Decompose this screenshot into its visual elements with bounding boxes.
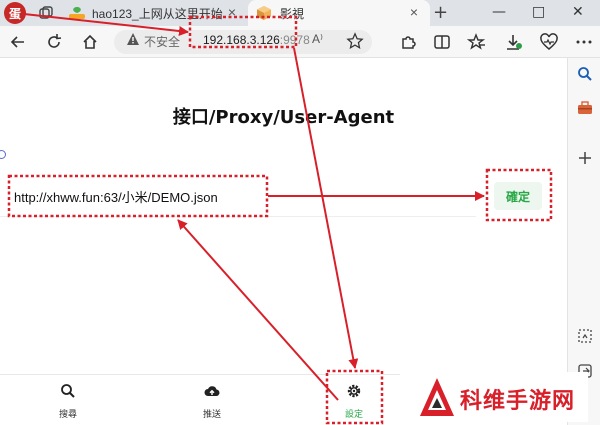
cloud-upload-icon bbox=[204, 386, 220, 397]
api-url-input[interactable] bbox=[14, 182, 266, 210]
home-icon[interactable] bbox=[80, 32, 100, 52]
watermark-text: 科维手游网 bbox=[460, 389, 576, 414]
edge-sidebar bbox=[567, 58, 600, 425]
gear-icon bbox=[347, 384, 361, 398]
nav-item-search[interactable]: 搜尋 bbox=[28, 375, 108, 425]
tab-yingshi-close-icon[interactable]: × bbox=[410, 4, 418, 20]
url-host: 192.168.3.126 bbox=[203, 33, 280, 47]
warning-triangle-icon[interactable] bbox=[126, 32, 140, 46]
browser-essentials-icon[interactable] bbox=[539, 32, 559, 52]
input-underline bbox=[0, 216, 476, 217]
tab-yingshi-label: 影視 bbox=[280, 6, 305, 21]
web-page: 接口/Proxy/User-Agent 確定 搜尋 推送 設定 bbox=[0, 58, 567, 425]
watermark-logo-icon bbox=[420, 378, 454, 416]
extensions-puzzle-icon[interactable] bbox=[398, 32, 418, 52]
workspaces-icon[interactable] bbox=[38, 5, 54, 21]
url-port: :9978 bbox=[279, 33, 310, 47]
split-screen-icon[interactable] bbox=[432, 32, 452, 52]
sidebar-screenshot-icon[interactable] bbox=[577, 328, 593, 344]
tab-hao123-label: hao123_上网从这里开始 bbox=[92, 6, 223, 21]
hao123-favicon-icon bbox=[69, 7, 85, 19]
profile-avatar[interactable]: 蛋 bbox=[4, 2, 26, 24]
watermark: 科维手游网 bbox=[408, 372, 588, 422]
read-aloud-icon[interactable]: A⁾ bbox=[312, 32, 323, 46]
url-text[interactable]: 192.168.3.126:9978 bbox=[203, 33, 310, 47]
sidebar-add-icon[interactable] bbox=[577, 150, 593, 166]
bottom-nav: 搜尋 推送 設定 bbox=[0, 374, 400, 425]
maximize-button[interactable]: □ bbox=[532, 4, 545, 20]
nav-item-push-label: 推送 bbox=[202, 410, 221, 420]
confirm-button[interactable]: 確定 bbox=[494, 182, 542, 210]
close-window-button[interactable]: ✕ bbox=[572, 4, 584, 20]
new-tab-button[interactable]: + bbox=[433, 2, 448, 23]
back-arrow-icon[interactable] bbox=[8, 32, 28, 52]
page-edge-circle bbox=[0, 150, 6, 159]
add-favorite-star-icon[interactable] bbox=[346, 32, 364, 50]
page-title: 接口/Proxy/User-Agent bbox=[172, 107, 395, 128]
nav-item-settings[interactable]: 設定 bbox=[314, 375, 394, 425]
refresh-icon[interactable] bbox=[44, 32, 64, 52]
search-icon bbox=[61, 384, 75, 398]
tab-hao123[interactable]: hao123_上网从这里开始 × bbox=[68, 0, 248, 26]
minimize-button[interactable]: — bbox=[492, 4, 506, 20]
downloads-icon[interactable] bbox=[503, 32, 523, 52]
box-favicon-icon bbox=[257, 6, 271, 20]
sidebar-search-icon[interactable] bbox=[577, 66, 593, 82]
not-secure-label[interactable]: 不安全 bbox=[144, 33, 180, 50]
nav-item-search-label: 搜尋 bbox=[58, 410, 77, 420]
nav-item-push[interactable]: 推送 bbox=[172, 375, 252, 425]
tab-hao123-close-icon[interactable]: × bbox=[228, 4, 236, 20]
avatar-text: 蛋 bbox=[8, 6, 21, 21]
tab-yingshi[interactable]: 影視 × bbox=[248, 0, 430, 26]
sidebar-toolbox-icon[interactable] bbox=[577, 100, 593, 116]
more-menu-icon[interactable] bbox=[574, 32, 594, 52]
nav-item-settings-label: 設定 bbox=[344, 410, 363, 420]
favorites-icon[interactable] bbox=[467, 32, 487, 52]
tab-strip: 蛋 hao123_上网从这里开始 × 影視 × + — □ ✕ bbox=[0, 0, 600, 26]
